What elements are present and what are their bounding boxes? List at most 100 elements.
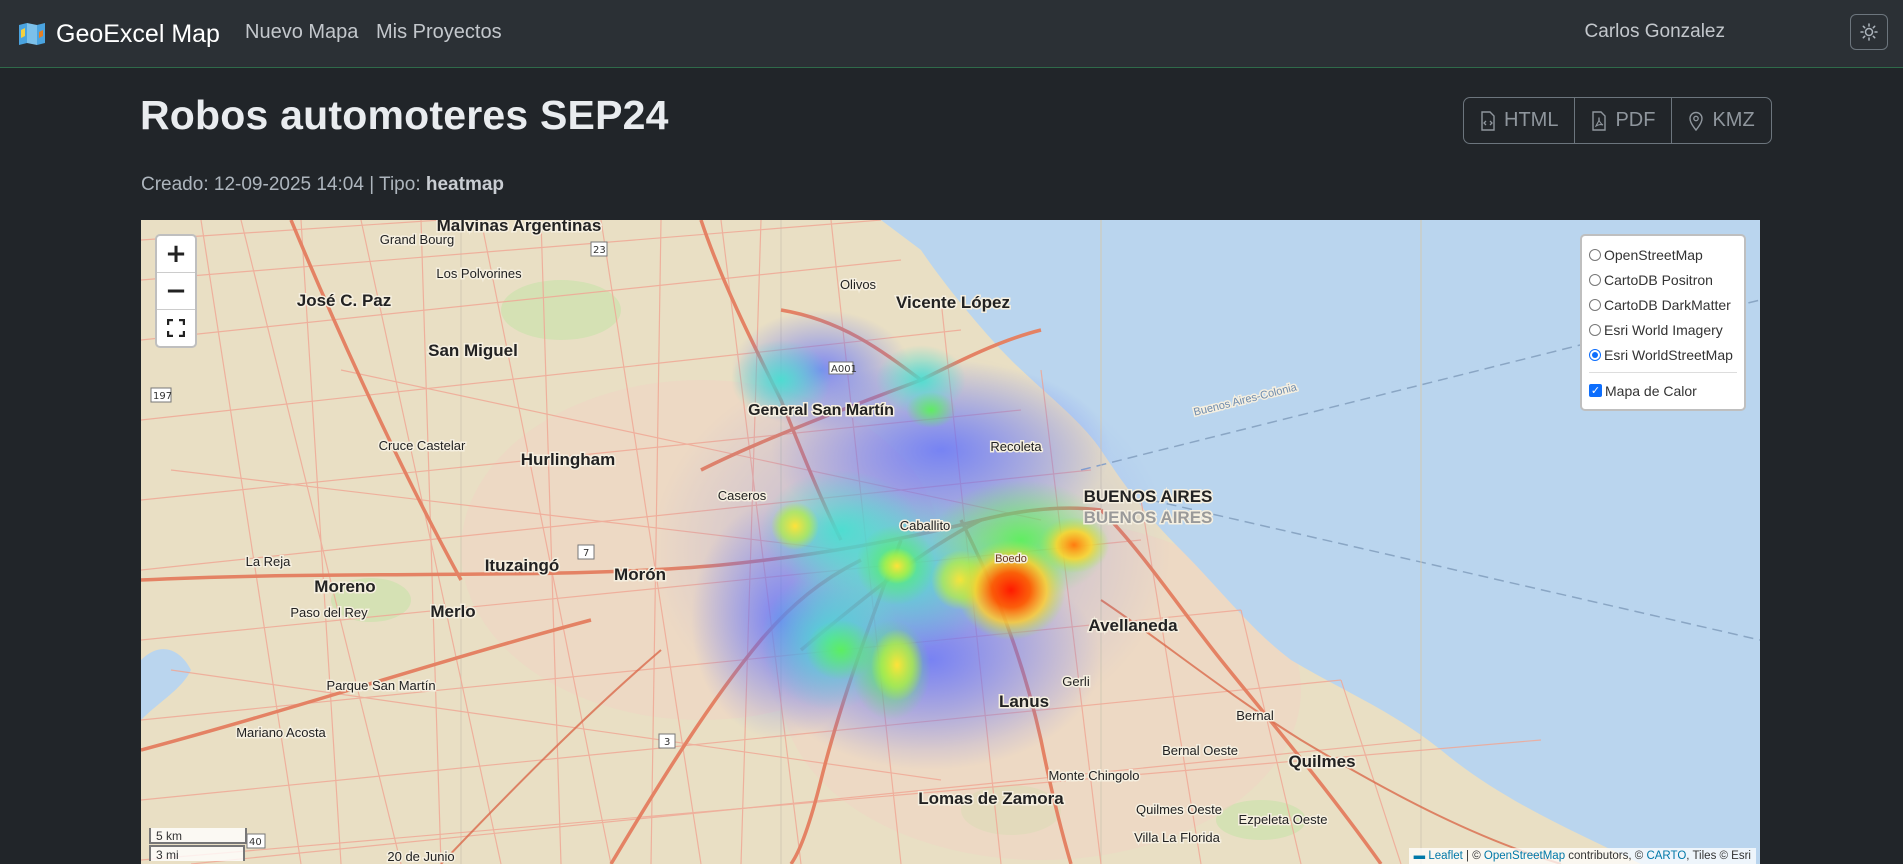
place-label: Gerli: [1062, 674, 1090, 689]
map-container[interactable]: 23 A001 197 7 3 40 Malvinas Argentinas G…: [141, 220, 1760, 864]
place-label: Boedo: [995, 553, 1027, 565]
scale-metric: 5 km: [149, 828, 247, 844]
basemap-label: OpenStreetMap: [1604, 246, 1703, 263]
layers-control: OpenStreetMap CartoDB Positron CartoDB D…: [1580, 234, 1746, 411]
place-label: Parque San Martín: [326, 678, 435, 693]
basemap-option[interactable]: OpenStreetMap: [1589, 242, 1744, 267]
zoom-control: + −: [155, 234, 197, 348]
place-label: Morón: [614, 565, 666, 584]
route-shield: A001: [831, 364, 857, 375]
map-pin-icon: [1689, 111, 1704, 131]
basemap[interactable]: 23 A001 197 7 3 40 Malvinas Argentinas G…: [141, 220, 1760, 864]
place-label: Moreno: [314, 577, 375, 596]
place-label: Monte Chingolo: [1048, 768, 1139, 783]
export-kmz-button[interactable]: KMZ: [1672, 98, 1770, 143]
radio-esri-world-imagery[interactable]: [1589, 323, 1601, 336]
export-pdf-label: PDF: [1615, 109, 1656, 131]
place-label: Vicente López: [896, 293, 1010, 312]
created-date: 12-09-2025 14:04: [213, 174, 364, 195]
leaflet-link[interactable]: ▬ Leaflet: [1414, 850, 1463, 862]
place-label: Grand Bourg: [380, 232, 454, 247]
place-label: Mariano Acosta: [236, 725, 326, 740]
route-shield: 3: [664, 737, 670, 748]
place-label: José C. Paz: [297, 291, 392, 310]
export-html-button[interactable]: HTML: [1464, 98, 1576, 143]
basemap-label: CartoDB DarkMatter: [1604, 296, 1731, 313]
route-shield: 23: [593, 245, 606, 256]
place-label: Bernal Oeste: [1162, 743, 1238, 758]
radio-esri-worldstreetmap[interactable]: [1589, 348, 1601, 361]
user-name[interactable]: Carlos Gonzalez: [1585, 21, 1725, 43]
checkbox-mapa-de-calor[interactable]: ✓: [1589, 384, 1602, 397]
map-icon: [19, 23, 45, 45]
place-label: Caseros: [718, 488, 767, 503]
basemap-option[interactable]: Esri World Imagery: [1589, 317, 1744, 342]
place-label: Lanus: [999, 692, 1049, 711]
nav-nuevo-mapa[interactable]: Nuevo Mapa: [245, 21, 358, 44]
sun-icon: [1860, 23, 1878, 41]
fullscreen-button[interactable]: [157, 310, 195, 346]
place-label: BUENOS AIRES: [1084, 508, 1213, 527]
basemap-label: CartoDB Positron: [1604, 271, 1713, 288]
export-html-label: HTML: [1504, 109, 1559, 131]
overlay-label: Mapa de Calor: [1605, 382, 1697, 399]
place-label: Bernal: [1236, 708, 1274, 723]
project-meta: Creado: 12-09-2025 14:04 | Tipo: heatmap: [141, 174, 504, 196]
layers-divider: [1589, 372, 1737, 373]
place-label: Paso del Rey: [290, 605, 368, 620]
place-label: Ituzaingó: [485, 556, 560, 575]
basemap-label: Esri WorldStreetMap: [1604, 346, 1733, 363]
place-label: Ezpeleta Oeste: [1239, 812, 1328, 827]
basemap-option[interactable]: CartoDB Positron: [1589, 267, 1744, 292]
created-label: Creado:: [141, 174, 209, 195]
place-label: Cruce Castelar: [379, 438, 466, 453]
place-label: La Reja: [246, 554, 292, 569]
map-attribution: ▬ Leaflet | © OpenStreetMap contributors…: [1408, 848, 1756, 864]
place-label: Los Polvorines: [436, 266, 522, 281]
place-label: Quilmes Oeste: [1136, 802, 1222, 817]
place-label: Recoleta: [990, 439, 1042, 454]
export-kmz-label: KMZ: [1712, 109, 1755, 131]
place-label: BUENOS AIRES: [1084, 487, 1213, 506]
zoom-in-button[interactable]: +: [157, 236, 195, 273]
place-label: Avellaneda: [1088, 616, 1178, 635]
place-label: San Miguel: [428, 341, 518, 360]
place-label: Lomas de Zamora: [918, 789, 1064, 808]
place-label: Hurlingham: [521, 450, 615, 469]
type-label: | Tipo:: [369, 174, 421, 195]
radio-cartodb-positron[interactable]: [1589, 273, 1601, 286]
carto-link[interactable]: CARTO: [1646, 850, 1686, 862]
radio-openstreetmap[interactable]: [1589, 248, 1601, 261]
export-pdf-button[interactable]: PDF: [1575, 98, 1673, 143]
overlay-option[interactable]: ✓ Mapa de Calor: [1589, 378, 1744, 403]
basemap-option[interactable]: CartoDB DarkMatter: [1589, 292, 1744, 317]
brand-link[interactable]: GeoExcel Map: [18, 19, 220, 49]
nav-mis-proyectos[interactable]: Mis Proyectos: [376, 21, 502, 44]
route-shield: 40: [249, 837, 262, 848]
map-type: heatmap: [425, 174, 505, 195]
file-code-icon: [1481, 110, 1495, 131]
theme-toggle-button[interactable]: [1850, 14, 1888, 50]
page-title: Robos automoteres SEP24: [140, 92, 669, 138]
place-label: Merlo: [430, 602, 475, 621]
basemap-option[interactable]: Esri WorldStreetMap: [1589, 342, 1744, 367]
place-label: General San Martín: [748, 402, 894, 419]
fullscreen-icon: [167, 319, 185, 337]
basemap-label: Esri World Imagery: [1604, 321, 1723, 338]
scale-bar: 5 km 3 mi: [149, 828, 247, 862]
radio-cartodb-darkmatter[interactable]: [1589, 298, 1601, 311]
file-pdf-icon: [1592, 110, 1607, 131]
place-label: Villa La Florida: [1134, 830, 1221, 845]
osm-link[interactable]: OpenStreetMap: [1484, 850, 1565, 862]
route-shield: 7: [583, 548, 589, 559]
top-navbar: GeoExcel Map Nuevo Mapa Mis Proyectos Ca…: [0, 0, 1903, 68]
place-label: Olivos: [840, 277, 877, 292]
place-label: Caballito: [900, 518, 951, 533]
brand-name: GeoExcel Map: [56, 19, 220, 48]
route-shield: 197: [153, 391, 172, 402]
zoom-out-button[interactable]: −: [157, 273, 195, 310]
scale-imperial: 3 mi: [149, 845, 245, 862]
export-button-group: HTML PDF KMZ: [1463, 97, 1772, 144]
place-label: Quilmes: [1288, 752, 1355, 771]
place-label: Malvinas Argentinas: [437, 220, 602, 235]
